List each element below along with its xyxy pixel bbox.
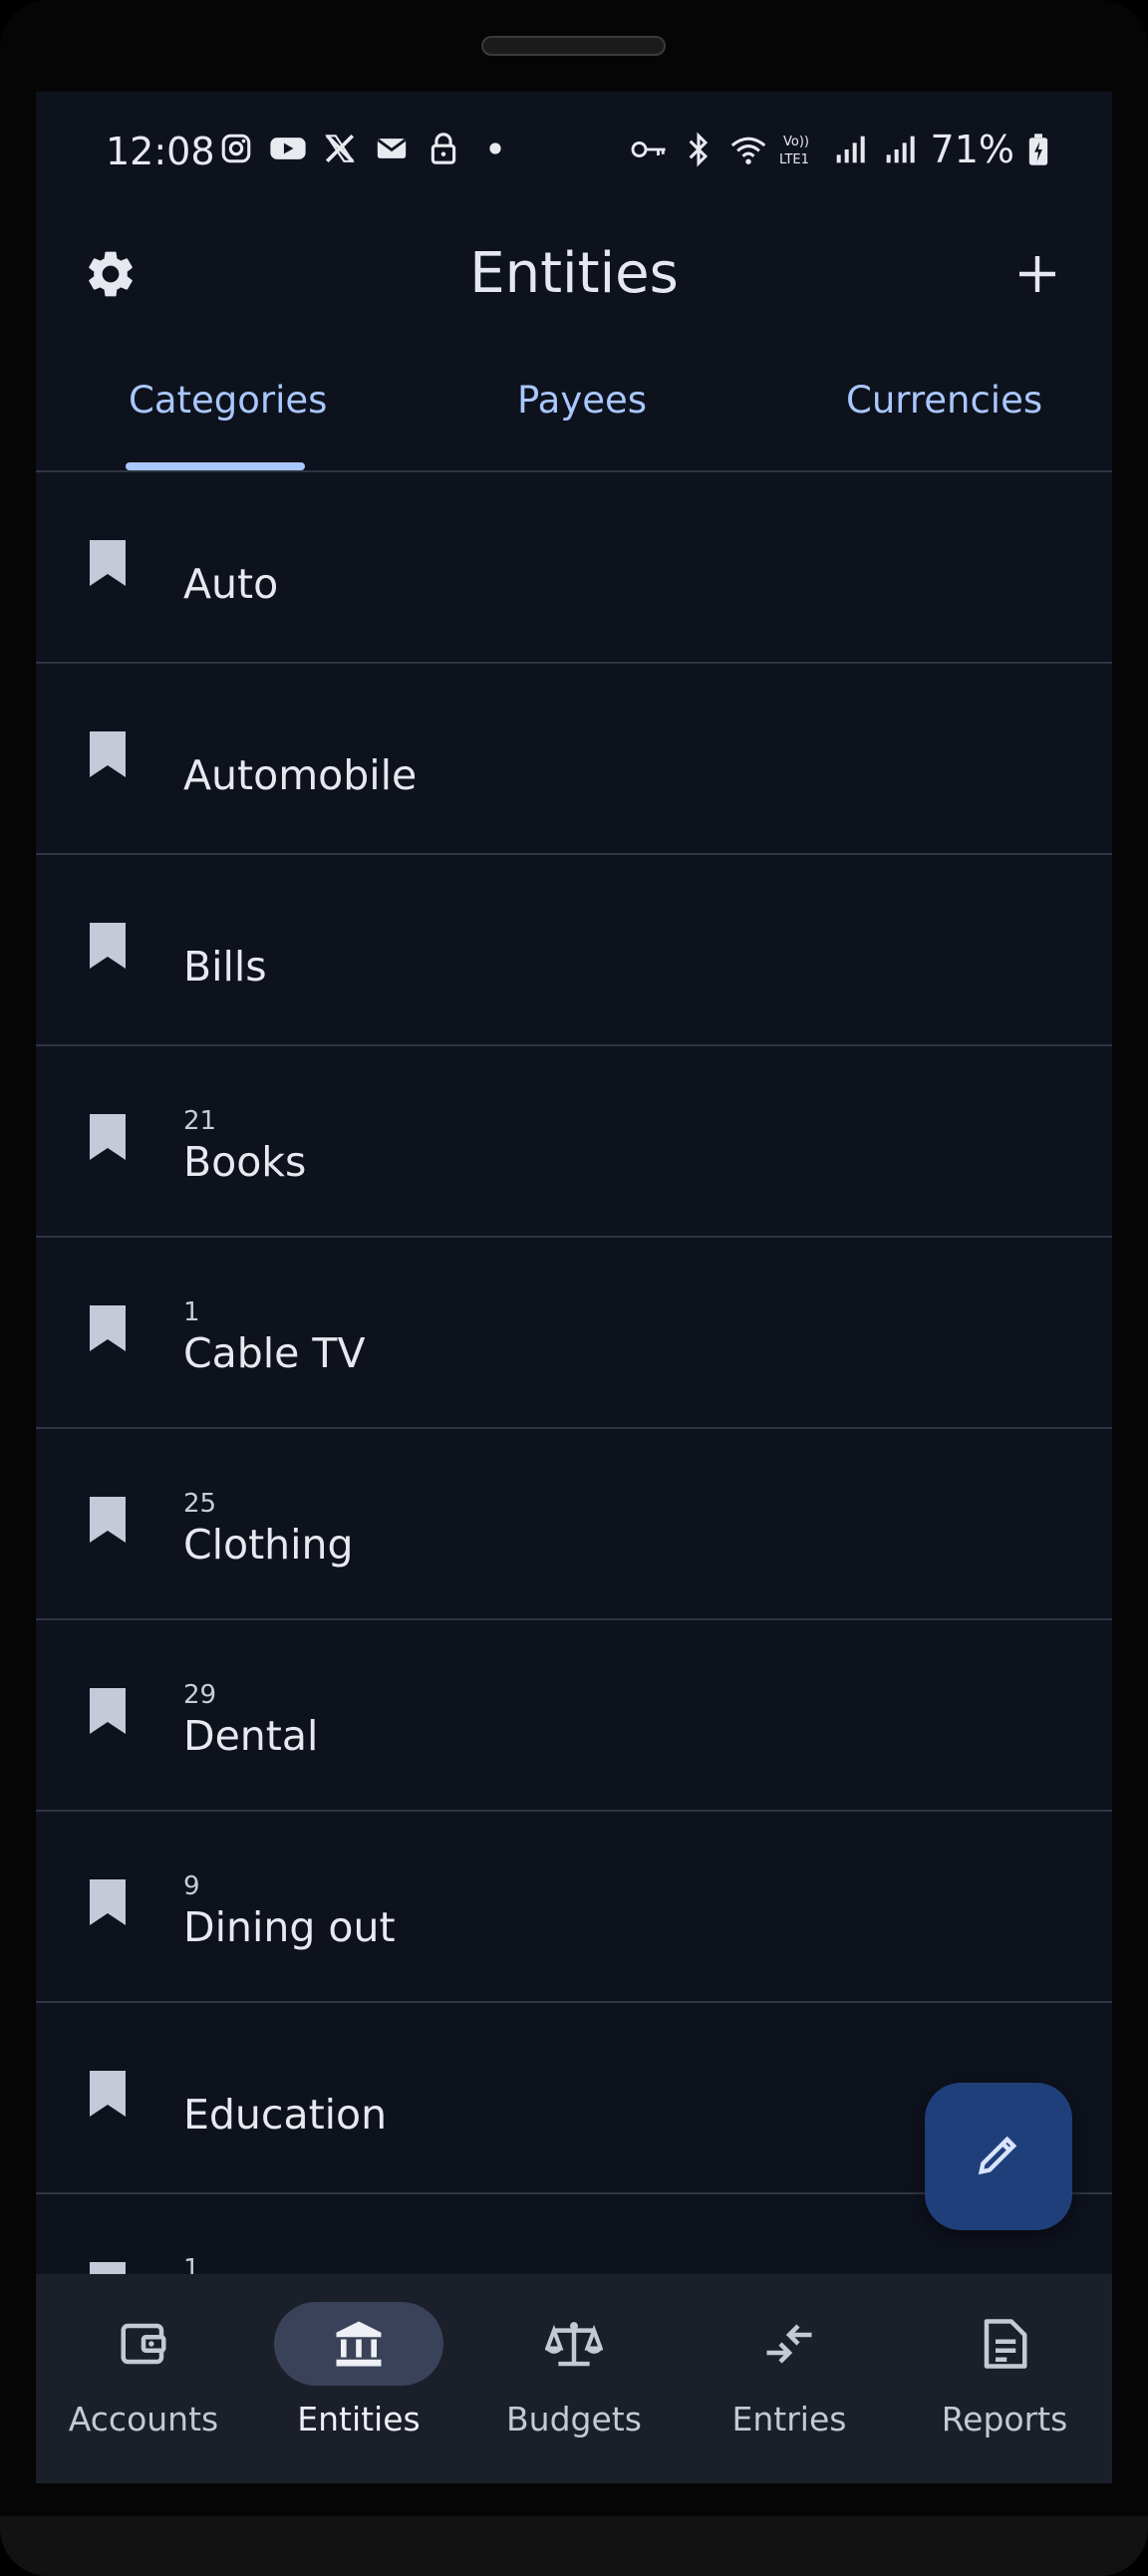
nav-entries[interactable]: Entries (682, 2274, 897, 2483)
transfer-arrows-icon (705, 2302, 874, 2386)
edit-fab-button[interactable] (925, 2083, 1072, 2230)
nav-label: Entries (731, 2400, 847, 2438)
nav-accounts[interactable]: Accounts (36, 2274, 251, 2483)
lock-icon (425, 130, 462, 167)
bookmark-icon (88, 1877, 128, 1927)
nav-reports[interactable]: Reports (897, 2274, 1112, 2483)
nav-budgets[interactable]: Budgets (466, 2274, 682, 2483)
document-icon (920, 2302, 1089, 2386)
nav-label: Budgets (506, 2400, 642, 2438)
list-item[interactable]: Auto (36, 472, 1112, 664)
pencil-icon (973, 2129, 1024, 2184)
category-name: Bills (183, 943, 267, 991)
category-name: Education (183, 2091, 388, 2139)
list-item[interactable]: 29 Dental (36, 1620, 1112, 1812)
add-button[interactable] (1003, 241, 1072, 311)
category-name: Automobile (183, 751, 418, 799)
plus-icon (1013, 250, 1061, 302)
active-tab-indicator (126, 462, 305, 470)
bookmark-icon (88, 1303, 128, 1353)
category-name: Auto (183, 560, 279, 608)
list-item[interactable]: Automobile (36, 664, 1112, 855)
category-name: Clothing (183, 1521, 354, 1569)
category-name: Books (183, 1138, 307, 1186)
nav-label: Reports (941, 2400, 1068, 2438)
nav-label: Entities (297, 2400, 421, 2438)
category-count: 21 (183, 1106, 217, 1136)
category-count: 29 (183, 1680, 217, 1710)
tab-categories[interactable]: Categories (129, 379, 327, 422)
bluetooth-icon (680, 131, 718, 168)
system-icons: Vo)) LTE1 71% (630, 128, 1050, 171)
category-name: Dining out (183, 1903, 396, 1951)
mail-icon (373, 130, 411, 167)
svg-text:LTE1: LTE1 (779, 152, 809, 167)
bookmark-icon (88, 729, 128, 779)
bookmark-icon (88, 921, 128, 971)
category-count: 9 (183, 1871, 200, 1901)
bottom-navigation: Accounts Entities Budgets Entries Report… (36, 2274, 1112, 2483)
volte-icon: Vo)) LTE1 (779, 131, 819, 168)
app-screen: 12:08 Vo)) LTE1 71% Entities Categories … (36, 92, 1112, 2483)
wallet-icon (59, 2302, 228, 2386)
notification-icons (217, 130, 514, 167)
youtube-icon (269, 130, 307, 167)
bookmark-icon (88, 1495, 128, 1545)
scale-icon (489, 2302, 659, 2386)
device-frame: 12:08 Vo)) LTE1 71% Entities Categories … (0, 0, 1148, 2576)
battery-percent: 71% (930, 128, 1014, 171)
list-item[interactable]: 25 Clothing (36, 1429, 1112, 1620)
nav-entities[interactable]: Entities (251, 2274, 466, 2483)
status-bar: 12:08 Vo)) LTE1 71% (36, 92, 1112, 211)
dot-icon (476, 130, 514, 167)
category-count: 25 (183, 1489, 217, 1519)
key-icon (630, 131, 668, 168)
bookmark-icon (88, 1686, 128, 1736)
list-item[interactable]: 21 Books (36, 1046, 1112, 1238)
category-count: 1 (183, 1297, 200, 1327)
device-bottom-bezel (0, 2516, 1148, 2576)
top-app-bar: Entities (36, 211, 1112, 341)
status-time: 12:08 (106, 130, 215, 173)
category-name: Cable TV (183, 1329, 366, 1377)
instagram-icon (217, 130, 255, 167)
earpiece-speaker (481, 36, 666, 56)
list-item[interactable]: 9 Dining out (36, 1812, 1112, 2003)
svg-text:Vo)): Vo)) (783, 135, 809, 149)
list-item[interactable]: 1 Cable TV (36, 1238, 1112, 1429)
bookmark-icon (88, 1112, 128, 1162)
page-title: Entities (469, 241, 679, 306)
tab-payees[interactable]: Payees (517, 379, 647, 422)
signal-icon (831, 131, 869, 168)
tab-currencies[interactable]: Currencies (846, 379, 1042, 422)
bookmark-icon (88, 538, 128, 588)
x-icon (321, 130, 359, 167)
category-name: Dental (183, 1712, 319, 1760)
wifi-icon (729, 131, 767, 168)
bookmark-icon (88, 2069, 128, 2119)
nav-label: Accounts (68, 2400, 219, 2438)
bank-icon (274, 2302, 443, 2386)
entity-tabs: Categories Payees Currencies (36, 351, 1112, 472)
signal-icon (881, 131, 919, 168)
battery-charging-icon (1026, 131, 1050, 168)
list-item[interactable]: Bills (36, 855, 1112, 1046)
